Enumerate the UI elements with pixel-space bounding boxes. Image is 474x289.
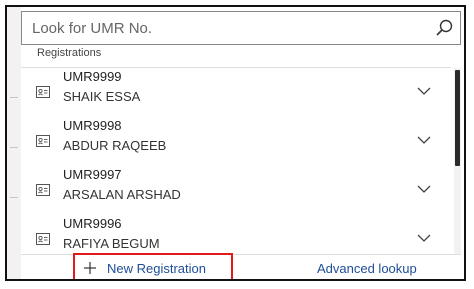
lookup-panel: Registrations UMR9999 SHAIK ESSA [21,7,461,279]
record-id: UMR9997 [63,167,122,182]
record-id: UMR9999 [63,69,122,84]
list-item[interactable]: UMR9999 SHAIK ESSA [21,68,451,117]
record-id: UMR9996 [63,216,122,231]
plus-icon [84,262,96,274]
record-card-icon [36,86,50,98]
list-item[interactable]: UMR9996 RAFIYA BEGUM [21,215,451,254]
strip-mark [10,197,18,198]
chevron-down-icon[interactable] [417,233,431,243]
search-icon[interactable] [434,18,454,38]
left-strip [7,7,21,279]
record-card-icon [36,184,50,196]
advanced-lookup-link[interactable]: Advanced lookup [317,261,417,276]
record-name: SHAIK ESSA [63,89,141,104]
new-registration-label: New Registration [107,261,206,276]
records-list: UMR9999 SHAIK ESSA UMR9998 ABDUR RAQEEB [21,68,451,254]
strip-mark [10,147,18,148]
scroll-thumb[interactable] [455,70,460,166]
strip-mark [10,97,18,98]
search-box[interactable] [21,11,461,45]
list-item[interactable]: UMR9997 ARSALAN ARSHAD [21,166,451,215]
chevron-down-icon[interactable] [417,135,431,145]
chevron-down-icon[interactable] [417,86,431,96]
record-id: UMR9998 [63,118,122,133]
chevron-down-icon[interactable] [417,184,431,194]
lookup-dialog: Registrations UMR9999 SHAIK ESSA [5,5,466,281]
record-name: ARSALAN ARSHAD [63,187,181,202]
record-name: RAFIYA BEGUM [63,236,160,251]
new-registration-button[interactable]: New Registration [73,253,233,279]
vertical-scrollbar[interactable] [454,68,461,254]
list-header: Registrations [37,47,102,59]
record-card-icon [36,233,50,245]
search-input[interactable] [32,18,422,38]
list-item[interactable]: UMR9998 ABDUR RAQEEB [21,117,451,166]
record-card-icon [36,135,50,147]
record-name: ABDUR RAQEEB [63,138,167,153]
